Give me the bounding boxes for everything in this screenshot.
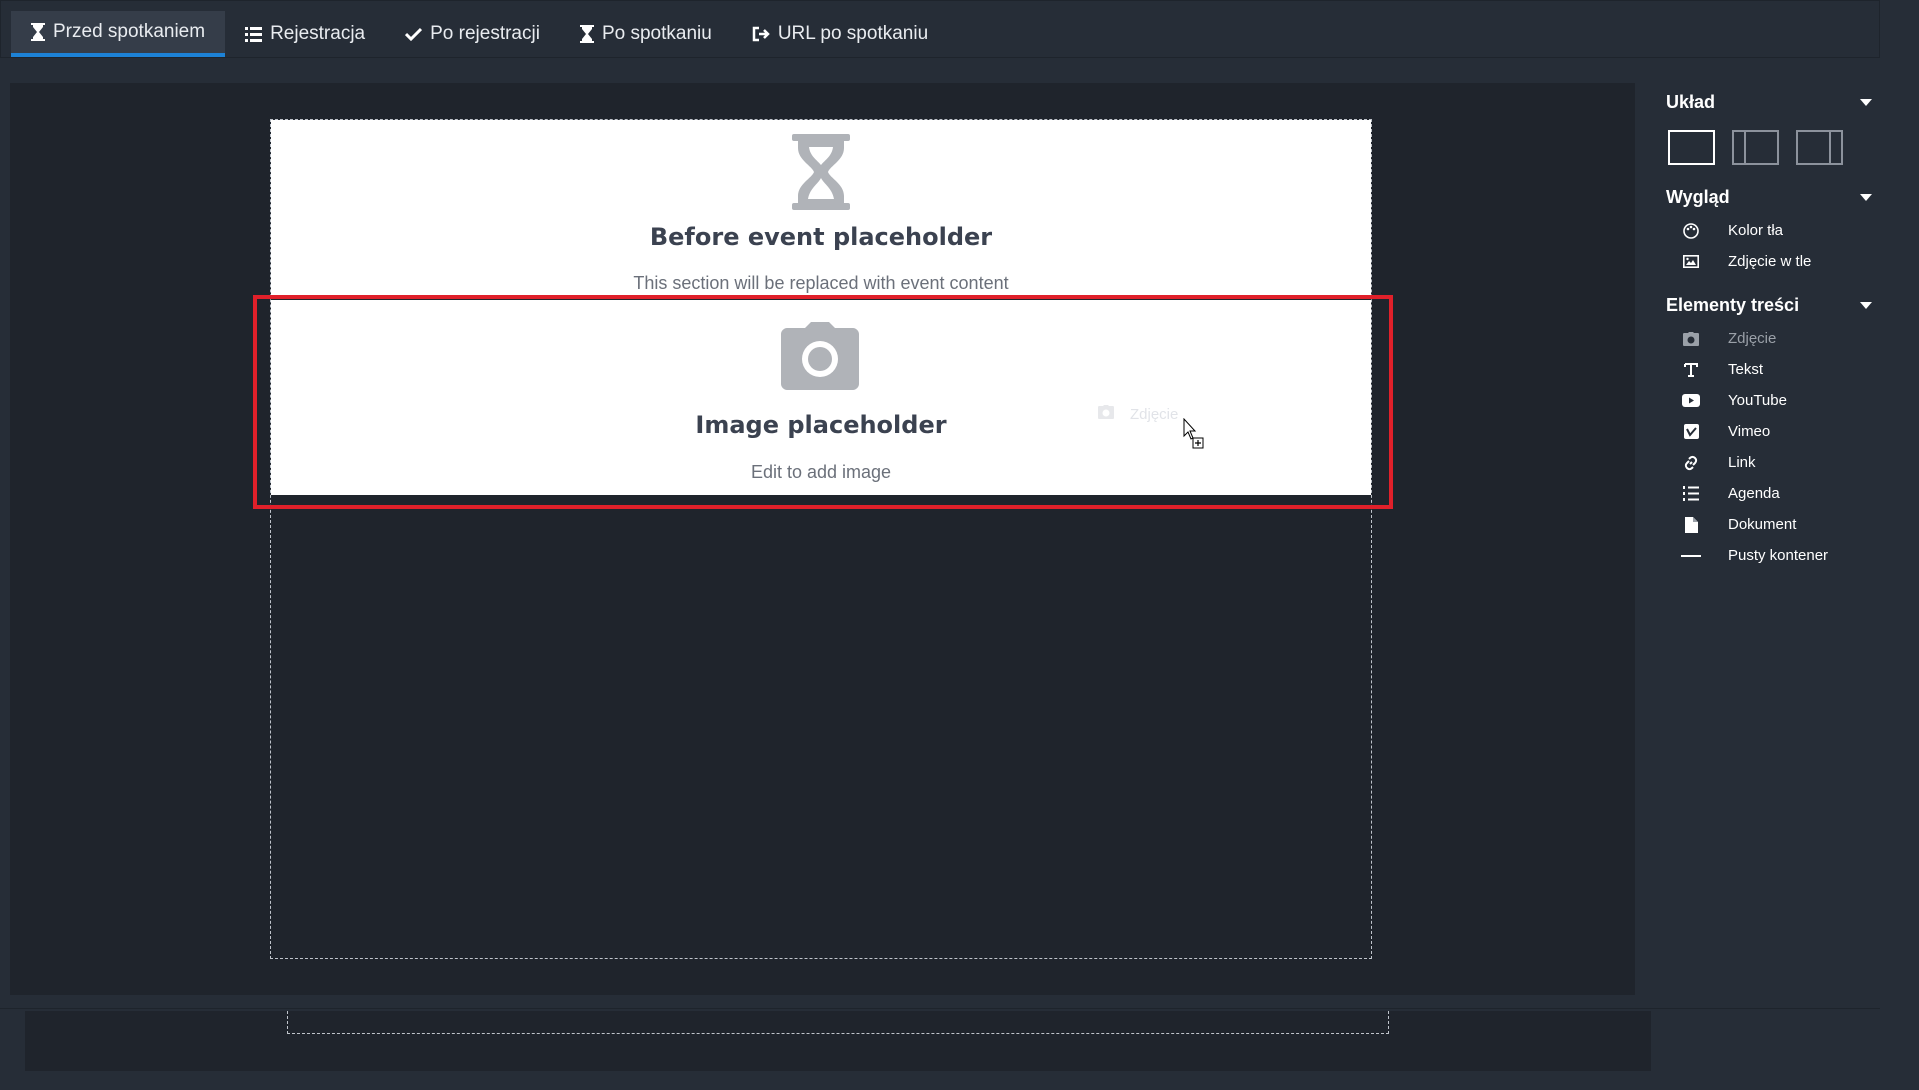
drag-cursor-icon <box>1183 417 1207 455</box>
appearance-header[interactable]: Wygląd <box>1666 183 1876 211</box>
item-label: YouTube <box>1728 392 1787 409</box>
layout-options <box>1668 130 1876 165</box>
item-label: Vimeo <box>1728 423 1771 440</box>
sign-out-icon <box>752 26 770 42</box>
layout-single-column[interactable] <box>1668 130 1715 165</box>
list-icon <box>245 26 263 42</box>
content-item-pusty-kontener[interactable]: Pusty kontener <box>1666 540 1876 571</box>
layout-header[interactable]: Układ <box>1666 88 1876 116</box>
caret-down-icon[interactable] <box>1860 98 1872 106</box>
drag-ghost: Zdjęcie <box>1098 405 1178 423</box>
hourglass-icon <box>31 23 45 41</box>
item-label: Zdjęcie w tle <box>1728 253 1812 270</box>
hourglass-icon <box>579 25 594 43</box>
content-elements-title: Elementy treści <box>1666 294 1800 315</box>
tab-rejestracja[interactable]: Rejestracja <box>225 11 385 57</box>
hourglass-icon <box>792 134 850 215</box>
link-icon <box>1679 454 1703 472</box>
bottom-canvas-strip <box>25 1011 1651 1071</box>
background-image-item[interactable]: Zdjęcie w tle <box>1666 246 1876 277</box>
content-elements-header[interactable]: Elementy treści <box>1666 291 1876 319</box>
camera-icon <box>1679 330 1703 348</box>
content-item-vimeo[interactable]: Vimeo <box>1666 416 1876 447</box>
tab-label: Rejestracja <box>270 23 366 44</box>
appearance-title: Wygląd <box>1666 186 1730 207</box>
file-icon <box>1679 516 1703 534</box>
tab-bar: Przed spotkaniem Rejestracja Po rejestra… <box>0 0 1880 58</box>
before-event-section[interactable]: Before event placeholder This section wi… <box>271 120 1371 298</box>
camera-icon <box>1098 405 1114 423</box>
vimeo-icon <box>1679 423 1703 441</box>
properties-panel: Układ Wygląd Kolor tła Zdjęcie w tle Ele… <box>1666 88 1876 571</box>
page-dropzone-bottom[interactable] <box>287 1011 1389 1034</box>
layout-right-sidebar[interactable] <box>1796 130 1843 165</box>
caret-down-icon[interactable] <box>1860 193 1872 201</box>
content-item-agenda[interactable]: Agenda <box>1666 478 1876 509</box>
content-item-dokument[interactable]: Dokument <box>1666 509 1876 540</box>
tab-po-spotkaniu[interactable]: Po spotkaniu <box>560 11 732 57</box>
text-icon <box>1679 361 1703 379</box>
image-icon <box>1679 253 1703 271</box>
content-item-tekst[interactable]: Tekst <box>1666 354 1876 385</box>
tab-po-rejestracji[interactable]: Po rejestracji <box>385 11 560 57</box>
item-label: Agenda <box>1728 485 1780 502</box>
section-subtitle: This section will be replaced with event… <box>633 273 1009 293</box>
page-dropzone[interactable]: Before event placeholder This section wi… <box>270 119 1372 959</box>
tab-label: Po rejestracji <box>430 23 540 44</box>
content-item-link[interactable]: Link <box>1666 447 1876 478</box>
content-item-zdjecie[interactable]: Zdjęcie <box>1666 323 1876 354</box>
caret-down-icon[interactable] <box>1860 301 1872 309</box>
background-color-item[interactable]: Kolor tła <box>1666 215 1876 246</box>
youtube-icon <box>1679 392 1703 410</box>
section-title: Before event placeholder <box>649 223 993 251</box>
item-label: Dokument <box>1728 516 1797 533</box>
palette-icon <box>1679 222 1703 240</box>
divider <box>0 1008 1880 1009</box>
item-label: Kolor tła <box>1728 222 1784 239</box>
tab-label: Po spotkaniu <box>601 23 712 44</box>
item-label: Pusty kontener <box>1728 547 1829 564</box>
tab-label: Przed spotkaniem <box>53 21 206 42</box>
content-item-youtube[interactable]: YouTube <box>1666 385 1876 416</box>
drag-ghost-label: Zdjęcie <box>1130 405 1179 423</box>
minus-icon <box>1679 547 1703 565</box>
item-label: Zdjęcie <box>1728 330 1777 347</box>
editor-canvas: Before event placeholder This section wi… <box>10 83 1635 995</box>
tab-przed-spotkaniem[interactable]: Przed spotkaniem <box>11 11 226 57</box>
layout-title: Układ <box>1666 91 1716 112</box>
tab-url-po-spotkaniu[interactable]: URL po spotkaniu <box>732 11 948 57</box>
item-label: Tekst <box>1728 361 1764 378</box>
check-icon <box>405 27 423 41</box>
item-label: Link <box>1728 454 1756 471</box>
layout-left-sidebar[interactable] <box>1732 130 1779 165</box>
list-ol-icon <box>1679 485 1703 503</box>
drop-target-highlight <box>253 295 1393 509</box>
tab-label: URL po spotkaniu <box>777 23 929 44</box>
